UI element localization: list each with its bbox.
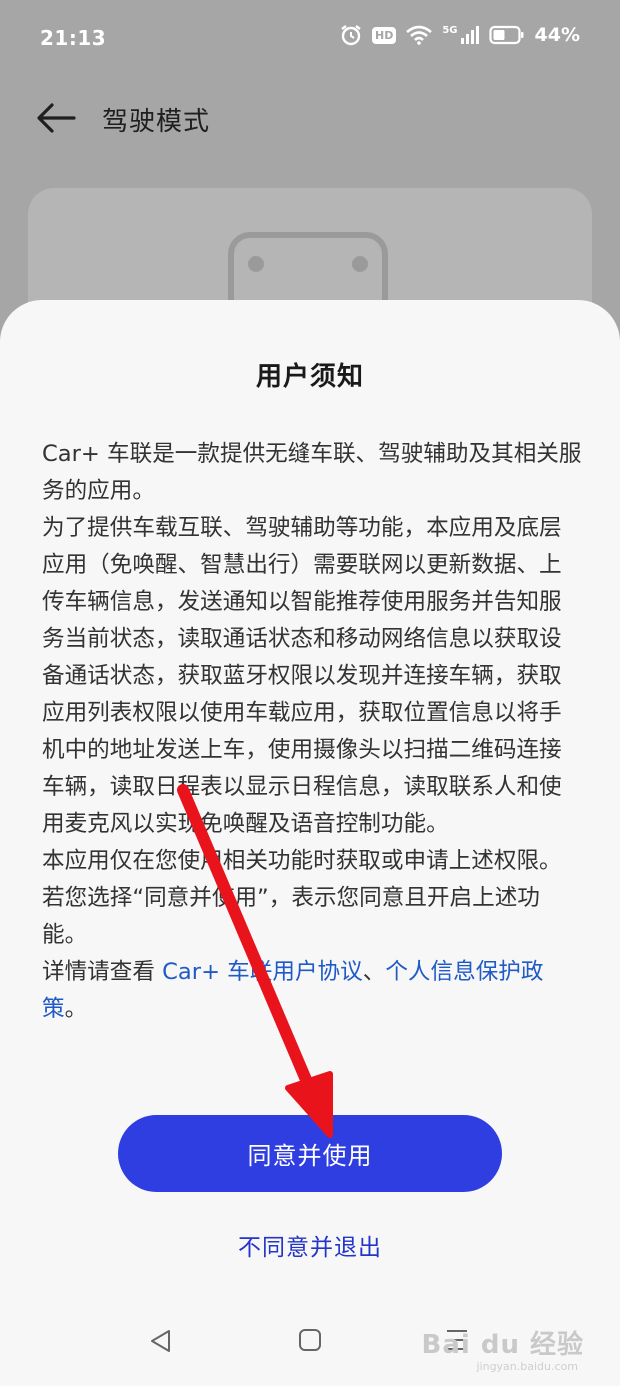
network-label: 5G bbox=[442, 25, 458, 36]
notice-paragraph: Car+ 车联是一款提供无缝车联、驾驶辅助及其相关服务的应用。 bbox=[42, 441, 582, 504]
status-icons: HD 5G 44% bbox=[340, 24, 580, 46]
notice-text: Car+ 车联是一款提供无缝车联、驾驶辅助及其相关服务的应用。 为了提供车载互联… bbox=[42, 436, 582, 1028]
notice-paragraph: 本应用仅在您使用相关功能时获取或申请上述权限。若您选择“同意并使用”，表示您同意… bbox=[42, 848, 562, 948]
battery-percentage: 44% bbox=[534, 24, 580, 46]
battery-icon bbox=[488, 25, 524, 45]
link-separator: 、 bbox=[362, 959, 386, 985]
user-notice-sheet: 用户须知 Car+ 车联是一款提供无缝车联、驾驶辅助及其相关服务的应用。 为了提… bbox=[0, 300, 620, 1386]
nav-back-icon[interactable] bbox=[148, 1328, 174, 1354]
alarm-icon bbox=[341, 25, 361, 46]
details-prefix: 详情请查看 bbox=[42, 959, 163, 985]
wifi-icon bbox=[406, 25, 433, 45]
nav-home-icon[interactable] bbox=[298, 1328, 322, 1352]
notice-details: 详情请查看 Car+ 车联用户协议、个人信息保护政策。 bbox=[42, 954, 582, 1028]
hd-icon: HD bbox=[372, 26, 397, 44]
5g-signal-icon: 5G bbox=[442, 25, 479, 44]
disagree-and-exit-button[interactable]: 不同意并退出 bbox=[0, 1228, 620, 1262]
sheet-title: 用户须知 bbox=[255, 362, 364, 392]
notice-paragraph: 为了提供车载互联、驾驶辅助等功能，本应用及底层应用（免唤醒、智慧出行）需要联网以… bbox=[42, 515, 562, 837]
page-title: 驾驶模式 bbox=[102, 107, 211, 137]
status-time: 21:13 bbox=[40, 26, 107, 50]
watermark-url: jingyan.baidu.com bbox=[476, 1360, 578, 1373]
details-suffix: 。 bbox=[64, 996, 88, 1022]
status-bar: 21:13 HD 5G 44% bbox=[0, 0, 620, 76]
title-bar: 驾驶模式 bbox=[0, 80, 620, 156]
agree-and-use-button[interactable]: 同意并使用 bbox=[118, 1115, 502, 1192]
user-agreement-link[interactable]: Car+ 车联用户协议 bbox=[162, 959, 363, 985]
baidu-watermark: Bai du 经验 bbox=[421, 1330, 584, 1360]
back-arrow-icon[interactable] bbox=[36, 100, 76, 136]
